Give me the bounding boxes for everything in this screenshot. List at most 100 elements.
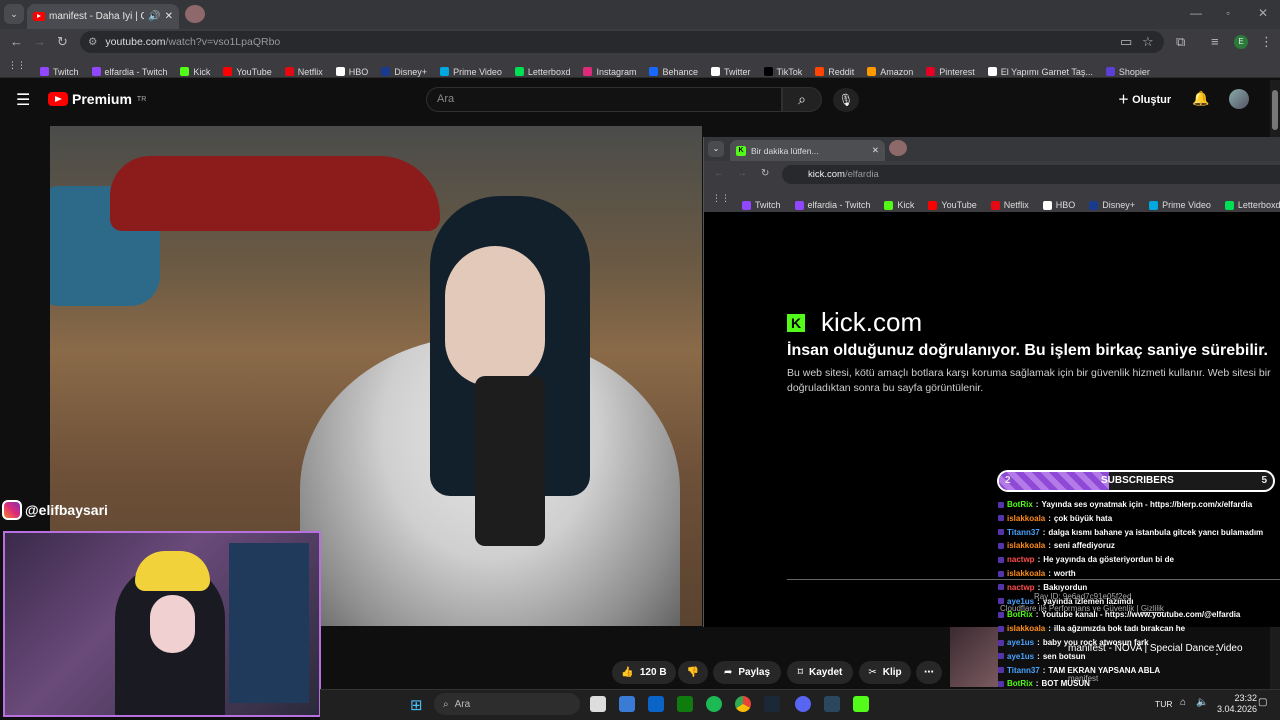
spotify-icon[interactable]: [706, 696, 722, 712]
instagram-handle-text: @elifbaysari: [25, 502, 108, 518]
notifications-bell-icon[interactable]: 🔔: [1192, 90, 1209, 107]
inner-bookmark-item[interactable]: Netflix: [990, 193, 1029, 217]
chat-text: sen botsun: [1042, 651, 1086, 661]
cast-icon[interactable]: ▭: [1120, 34, 1132, 50]
back-icon[interactable]: ←: [10, 34, 23, 49]
inner-bookmark-item[interactable]: Prime Video: [1149, 193, 1211, 217]
inner-url-field[interactable]: kick.com/elfardia: [782, 165, 1280, 184]
chat-separator: :: [1037, 582, 1041, 592]
inner-tab-kick[interactable]: K Bir dakika lütfen... ✕: [730, 140, 885, 161]
inner-bookmark-item[interactable]: Twitch: [742, 193, 781, 217]
inner-apps-icon[interactable]: ⋮⋮: [712, 193, 730, 204]
inner-forward-icon[interactable]: →: [737, 168, 747, 179]
kick-favicon-icon: K: [736, 145, 746, 156]
windows-start-icon[interactable]: ⊞: [410, 696, 423, 714]
maximize-icon[interactable]: ◦: [1226, 6, 1230, 20]
menu-dots-icon[interactable]: ⋮: [1260, 34, 1273, 50]
chat-message: aye1us: sen botsun: [998, 652, 1085, 661]
network-icon[interactable]: ⌂: [1180, 697, 1186, 708]
share-label: Paylaş: [738, 667, 771, 678]
chat-username: islakkoala: [1007, 541, 1046, 551]
inner-reload-icon[interactable]: ↻: [761, 168, 769, 179]
discord-icon[interactable]: [795, 696, 811, 712]
save-button[interactable]: ⌑ Kaydet: [787, 661, 853, 684]
voice-search-button[interactable]: 🎙: [833, 88, 859, 112]
taskbar-clock[interactable]: 23:32 3.04.2026: [1217, 693, 1257, 715]
search-input[interactable]: Ara: [426, 87, 782, 112]
steam-icon[interactable]: [764, 696, 780, 712]
chat-badge-icon: [998, 556, 1004, 563]
volume-icon[interactable]: 🔈: [1196, 697, 1208, 708]
profile-icon[interactable]: E: [1234, 35, 1248, 49]
forward-icon[interactable]: →: [33, 34, 46, 49]
language-indicator[interactable]: TUR: [1155, 699, 1172, 709]
xbox-icon[interactable]: [677, 696, 693, 712]
bookmark-label: Amazon: [880, 66, 914, 77]
extensions-icon[interactable]: ⧉: [1176, 34, 1185, 50]
site-info-icon[interactable]: ⚙: [88, 36, 97, 48]
like-button[interactable]: 👍 120 B: [612, 661, 676, 684]
share-button[interactable]: ➦ Paylaş: [713, 661, 781, 684]
outlook-icon[interactable]: [648, 696, 664, 712]
account-avatar[interactable]: [1229, 89, 1249, 109]
bookmark-star-icon[interactable]: ☆: [1142, 34, 1154, 50]
youtube-logo[interactable]: Premium TR: [48, 91, 146, 107]
search-button[interactable]: ⌕: [782, 87, 822, 112]
webcam-face: [150, 595, 195, 653]
task-view-icon[interactable]: [590, 696, 606, 712]
inner-bookmark-label: Kick: [897, 200, 915, 210]
close-window-icon[interactable]: ✕: [1258, 6, 1268, 20]
inner-bookmark-item[interactable]: Letterboxd: [1224, 193, 1280, 217]
tab-media-icon[interactable]: ≡: [1211, 34, 1219, 49]
bookmark-label: Twitter: [724, 66, 751, 77]
new-tab-button[interactable]: [185, 5, 205, 23]
chat-username: Titann37: [1007, 665, 1040, 675]
tab-youtube[interactable]: manifest - Daha İyi | Official 🔊 ✕: [27, 4, 179, 29]
clip-button[interactable]: ✂ Klip: [859, 661, 911, 684]
instagram-handle: @elifbaysari: [2, 500, 108, 520]
inner-tab-search-button[interactable]: ⌄: [708, 141, 724, 157]
bookmark-favicon-icon: [440, 67, 450, 76]
reload-icon[interactable]: ↻: [57, 34, 68, 50]
apps-icon[interactable]: ⋮⋮: [8, 60, 26, 71]
dislike-button[interactable]: 👎: [678, 661, 708, 684]
more-actions-button[interactable]: ⋯: [916, 661, 942, 684]
inner-bookmark-item[interactable]: Kick: [884, 193, 914, 217]
steam-alt-icon[interactable]: [824, 696, 840, 712]
close-tab-icon[interactable]: ✕: [165, 11, 173, 22]
video-outfit: [475, 376, 545, 546]
hamburger-menu-icon[interactable]: ☰: [16, 90, 30, 110]
tab-search-button[interactable]: ⌄: [4, 4, 24, 24]
taskbar-search[interactable]: ⌕ Ara: [434, 693, 580, 715]
notification-center-icon[interactable]: ▢: [1258, 697, 1267, 708]
chat-badge-icon: [998, 667, 1004, 674]
speaker-icon[interactable]: 🔊: [148, 11, 160, 22]
chat-username: BotRix: [1007, 679, 1033, 689]
url-field[interactable]: ⚙ youtube.com/watch?v=vso1LpaQRbo: [80, 31, 1164, 53]
inner-close-tab-icon[interactable]: ✕: [872, 145, 879, 156]
inner-bookmark-item[interactable]: elfardia - Twitch: [794, 193, 870, 217]
copilot-icon[interactable]: [619, 696, 635, 712]
chat-text: yayında izlemen lazımdı: [1042, 596, 1134, 606]
kick-app-icon[interactable]: [853, 696, 869, 712]
chat-separator: :: [1048, 624, 1051, 634]
address-bar-row: ← → ↻ ⚙ youtube.com/watch?v=vso1LpaQRbo …: [0, 29, 1280, 55]
share-icon: ➦: [723, 667, 733, 678]
create-button[interactable]: ＋ Oluştur: [1118, 91, 1171, 107]
recommendation-thumbnail[interactable]: [950, 627, 998, 687]
minimize-icon[interactable]: —: [1190, 6, 1202, 20]
bookmark-label: Pinterest: [939, 66, 975, 77]
subs-current: 2: [1005, 475, 1011, 486]
inner-new-tab-button[interactable]: [889, 140, 907, 156]
chat-username: islakkoala: [1007, 624, 1046, 634]
bookmark-favicon-icon: [180, 67, 190, 76]
inner-back-icon[interactable]: ←: [714, 168, 724, 179]
inner-bookmark-item[interactable]: YouTube: [928, 193, 977, 217]
chat-text: Yayında ses oynatmak için - https://bler…: [1041, 500, 1253, 509]
subs-label: SUBSCRIBERS: [1101, 475, 1174, 486]
chrome-icon[interactable]: [735, 696, 751, 712]
inner-bookmark-item[interactable]: Disney+: [1089, 193, 1135, 217]
inner-bookmark-item[interactable]: HBO: [1042, 193, 1075, 217]
chat-text: Youtube kanalı - https://www.youtube.com…: [1041, 610, 1241, 620]
inner-bookmark-favicon-icon: [1089, 200, 1099, 210]
